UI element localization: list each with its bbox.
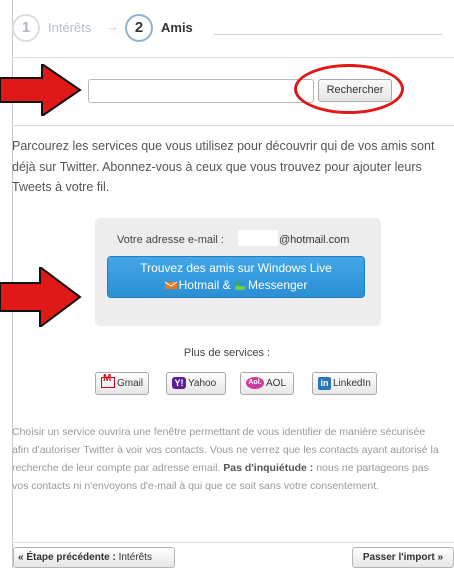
gmail-icon bbox=[101, 373, 115, 388]
step-indicator: 1 Intérêts → 2 Amis bbox=[12, 14, 442, 48]
previous-step-label: « Étape précédente : bbox=[18, 552, 116, 563]
yahoo-label: Yahoo bbox=[188, 378, 217, 389]
search-input[interactable] bbox=[88, 79, 314, 103]
skip-import-button[interactable]: Passer l'import » bbox=[352, 547, 454, 568]
step-1-circle[interactable]: 1 bbox=[12, 14, 40, 42]
windows-live-button-line1: Trouvez des amis sur Windows Live bbox=[140, 261, 332, 275]
windows-live-button[interactable]: Trouvez des amis sur Windows Live Hotmai… bbox=[107, 256, 365, 298]
yahoo-icon: Y! bbox=[172, 377, 186, 390]
divider bbox=[12, 57, 454, 58]
step-arrow-icon: → bbox=[106, 19, 119, 34]
windows-live-button-line2: Hotmail & Messenger bbox=[164, 277, 308, 294]
previous-step-target: Intérêts bbox=[118, 552, 152, 563]
divider bbox=[12, 542, 454, 543]
step-2-label: Amis bbox=[161, 20, 193, 35]
privacy-disclaimer: Choisir un service ouvrira une fenêtre p… bbox=[12, 423, 442, 495]
aol-icon: Aol. bbox=[246, 377, 264, 390]
gmail-label: Gmail bbox=[117, 378, 144, 389]
more-services-label: Plus de services : bbox=[183, 347, 271, 359]
step-divider-line bbox=[214, 34, 442, 35]
yahoo-button[interactable]: Y! Yahoo bbox=[166, 372, 226, 395]
annotation-arrow-icon bbox=[0, 267, 82, 327]
aol-label: AOL bbox=[266, 378, 287, 389]
hotmail-label: Hotmail & bbox=[178, 278, 231, 292]
step-1-label[interactable]: Intérêts bbox=[48, 20, 91, 35]
linkedin-icon: in bbox=[318, 376, 331, 390]
hotmail-icon bbox=[164, 281, 177, 289]
annotation-arrow-icon bbox=[0, 64, 82, 116]
email-label: Votre adresse e-mail : bbox=[117, 234, 224, 246]
search-button[interactable]: Rechercher bbox=[318, 79, 392, 102]
intro-text: Parcourez les services que vous utilisez… bbox=[12, 139, 435, 194]
gmail-button[interactable]: Gmail bbox=[95, 372, 149, 395]
messenger-label: Messenger bbox=[247, 278, 308, 292]
messenger-icon bbox=[234, 281, 245, 290]
email-redaction bbox=[238, 230, 278, 246]
email-domain: @hotmail.com bbox=[279, 234, 350, 246]
divider bbox=[12, 125, 454, 126]
linkedin-button[interactable]: in LinkedIn bbox=[312, 372, 377, 395]
previous-step-button[interactable]: « Étape précédente : Intérêts bbox=[13, 547, 175, 568]
aol-button[interactable]: Aol. AOL bbox=[240, 372, 294, 395]
step-2-circle: 2 bbox=[125, 14, 153, 42]
disclaimer-bold: Pas d'inquiétude : bbox=[223, 462, 314, 474]
linkedin-label: LinkedIn bbox=[333, 378, 371, 389]
